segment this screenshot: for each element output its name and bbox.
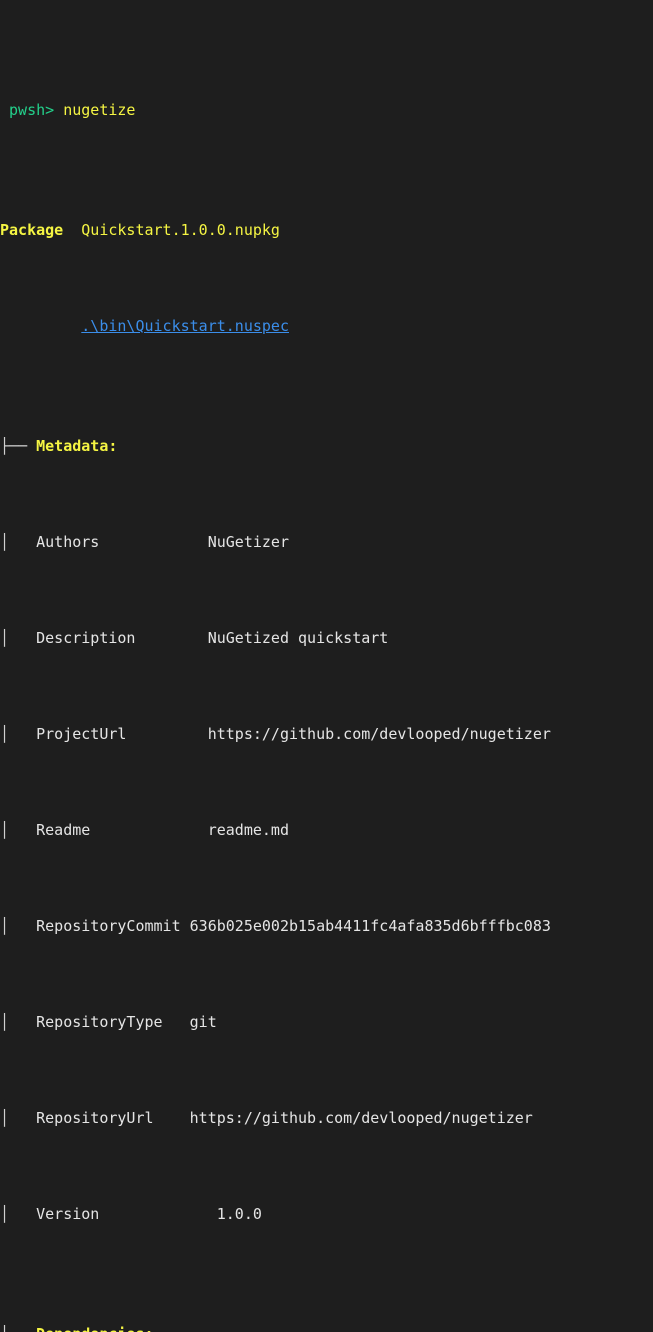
shell-prompt: pwsh>: [9, 101, 55, 119]
tree-pipe: │: [0, 725, 37, 743]
metadata-key: ProjectUrl: [36, 725, 127, 743]
metadata-key: RepositoryUrl: [36, 1109, 154, 1127]
metadata-gap: [99, 533, 207, 551]
tree-pipe: │: [0, 1109, 37, 1127]
metadata-row: │ Version 1.0.0: [0, 1202, 653, 1226]
metadata-row: │ Authors NuGetizer: [0, 530, 653, 554]
tree-pipe: │: [0, 533, 37, 551]
package-filename: Quickstart.1.0.0.nupkg: [81, 221, 280, 239]
metadata-value: https://github.com/devlooped/nugetizer: [207, 725, 551, 743]
package-gap: [63, 221, 81, 239]
metadata-row: │ RepositoryUrl https://github.com/devlo…: [0, 1106, 653, 1130]
metadata-value: NuGetized quickstart: [207, 629, 389, 647]
metadata-row: │ Description NuGetized quickstart: [0, 626, 653, 650]
tree-pipe: │: [0, 1205, 37, 1223]
dependencies-label: Dependencies:: [36, 1325, 153, 1332]
metadata-gap: [90, 821, 207, 839]
metadata-value: https://github.com/devlooped/nugetizer: [189, 1109, 533, 1127]
metadata-key: RepositoryType: [36, 1013, 163, 1031]
metadata-value: NuGetizer: [207, 533, 289, 551]
command-text: nugetize: [63, 101, 136, 119]
metadata-value: git: [189, 1013, 217, 1031]
package-label: Package: [0, 221, 64, 239]
tree-pipe: │: [0, 1013, 37, 1031]
metadata-gap: [154, 1109, 190, 1127]
metadata-gap: [181, 917, 190, 935]
metadata-gap: [163, 1013, 190, 1031]
prompt-line: pwsh> nugetize: [0, 98, 653, 122]
metadata-key: Version: [36, 1205, 100, 1223]
metadata-row: │ ProjectUrl https://github.com/devloope…: [0, 722, 653, 746]
metadata-key: Description: [36, 629, 136, 647]
metadata-gap: [99, 1205, 216, 1223]
nuspec-indent: [0, 317, 81, 335]
metadata-value: 636b025e002b15ab4411fc4afa835d6bfffbc083: [189, 917, 551, 935]
metadata-value: readme.md: [207, 821, 289, 839]
metadata-key: Readme: [36, 821, 91, 839]
prompt-gap: [54, 101, 63, 119]
tree-pipe: │: [0, 629, 37, 647]
metadata-section-line: ├── Metadata:: [0, 434, 653, 458]
metadata-key: RepositoryCommit: [36, 917, 181, 935]
metadata-key: Authors: [36, 533, 100, 551]
metadata-value: 1.0.0: [216, 1205, 262, 1223]
dependencies-section-line: ├── Dependencies:: [0, 1322, 653, 1332]
metadata-row: │ Readme readme.md: [0, 818, 653, 842]
metadata-label: Metadata:: [36, 437, 118, 455]
metadata-gap: [126, 725, 207, 743]
package-line: Package Quickstart.1.0.0.nupkg: [0, 218, 653, 242]
prompt-spacer: [0, 101, 9, 119]
tree-pipe: │: [0, 917, 37, 935]
metadata-gap: [135, 629, 207, 647]
metadata-row: │ RepositoryType git: [0, 1010, 653, 1034]
nuspec-line: .\bin\Quickstart.nuspec: [0, 314, 653, 338]
tree-branch: ├──: [0, 437, 37, 455]
tree-pipe: │: [0, 821, 37, 839]
terminal-output: pwsh> nugetize Package Quickstart.1.0.0.…: [0, 0, 653, 1332]
metadata-row: │ RepositoryCommit 636b025e002b15ab4411f…: [0, 914, 653, 938]
nuspec-link[interactable]: .\bin\Quickstart.nuspec: [81, 317, 289, 335]
tree-branch: ├──: [0, 1325, 36, 1332]
